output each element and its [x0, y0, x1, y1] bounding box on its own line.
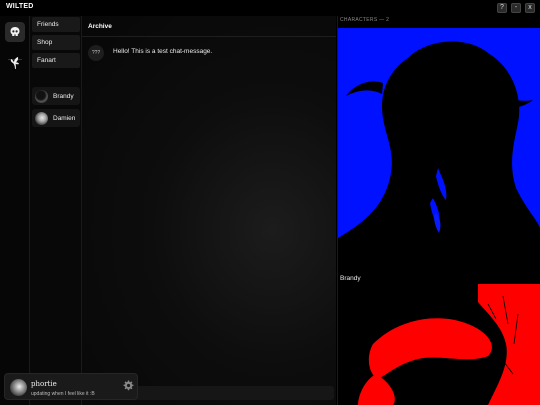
page-title: Archive — [88, 23, 112, 30]
help-button[interactable]: ? — [497, 3, 507, 13]
profile-item-damien[interactable]: Damien — [32, 109, 80, 127]
avatar — [35, 89, 48, 103]
chat-header: Archive — [82, 16, 336, 37]
user-status: updating when I feel like it :B — [31, 391, 95, 397]
flower-icon — [10, 57, 19, 69]
icon-rail — [0, 16, 30, 405]
app-title: WILTED — [6, 3, 34, 10]
nav-item-shop[interactable]: Shop — [32, 35, 80, 50]
character-name: Brandy — [340, 275, 361, 282]
profile-item-brandy[interactable]: Brandy — [32, 87, 80, 105]
avatar[interactable] — [10, 379, 27, 396]
gear-icon[interactable] — [123, 380, 134, 391]
profile-name: Damien — [53, 114, 76, 122]
red-artwork-image — [358, 284, 540, 405]
user-panel: phortie updating when I feel like it :B — [4, 373, 138, 400]
avatar — [35, 111, 48, 125]
username: phortie — [31, 380, 57, 388]
message-text: Hello! This is a test chat-message. — [113, 48, 213, 55]
sidebar: Friends Shop Fanart Character Profiles B… — [30, 16, 82, 405]
skull-icon — [10, 27, 20, 36]
nav-item-fanart[interactable]: Fanart — [32, 53, 80, 68]
chat-panel: Archive ??? Hello! This is a test chat-m… — [82, 16, 336, 405]
rail-home-button[interactable] — [5, 22, 25, 42]
rail-fanart-button[interactable] — [5, 53, 25, 73]
profile-name: Brandy — [53, 92, 74, 100]
characters-panel: CHARACTERS — 2 Brandy — [337, 16, 540, 405]
characters-header: CHARACTERS — 2 — [340, 17, 390, 23]
silhouette-image — [338, 41, 540, 274]
character-image-2[interactable] — [338, 284, 540, 405]
close-button[interactable]: x — [525, 3, 535, 13]
message-avatar[interactable]: ??? — [88, 45, 104, 61]
character-image-brandy[interactable] — [338, 28, 540, 274]
minimize-button[interactable]: - — [511, 3, 521, 13]
nav-item-friends[interactable]: Friends — [32, 17, 80, 32]
title-bar: WILTED ? - x — [0, 0, 540, 16]
